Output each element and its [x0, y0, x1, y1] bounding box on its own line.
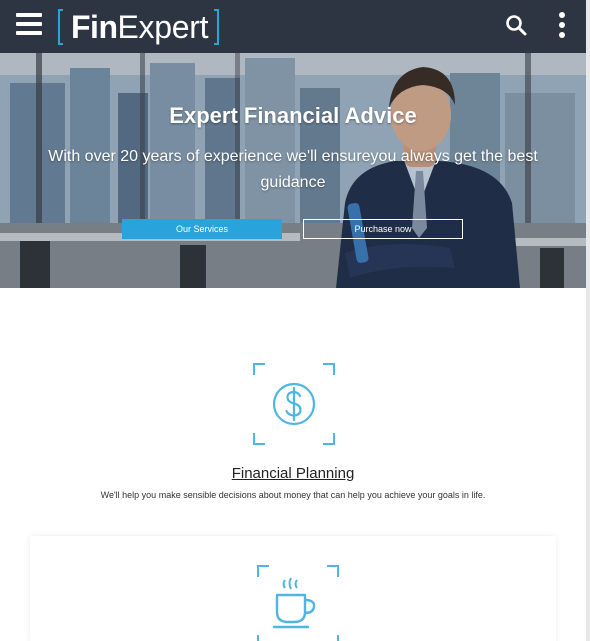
hero-subtitle: With over 20 years of experience we'll e…	[48, 148, 538, 191]
hero-banner: Expert Financial Advice With over 20 yea…	[0, 53, 586, 288]
our-services-button[interactable]: Our Services	[122, 219, 282, 239]
coffee-cup-icon	[272, 577, 316, 629]
purchase-now-button[interactable]: Purchase now	[303, 219, 463, 239]
service-financial-planning: Financial Planning We'll help you make s…	[0, 288, 586, 528]
logo[interactable]: Fin Expert	[58, 8, 220, 46]
hamburger-menu-icon[interactable]	[16, 13, 42, 35]
page: Fin Expert Expert Financial Advice With …	[0, 0, 590, 641]
service-title[interactable]: Financial Planning	[0, 465, 586, 482]
top-navbar: Fin Expert	[0, 0, 586, 53]
more-vertical-icon[interactable]	[556, 12, 568, 40]
search-icon[interactable]	[505, 14, 527, 36]
service-card	[30, 536, 556, 641]
logo-right-bracket	[214, 9, 220, 45]
logo-light-text: Expert	[117, 8, 209, 45]
service-icon-frame	[253, 363, 335, 445]
logo-bold-text: Fin	[71, 8, 118, 45]
hero-title: Expert Financial Advice	[169, 103, 417, 128]
service-description: We'll help you make sensible decisions a…	[100, 490, 486, 500]
scrollbar[interactable]	[586, 0, 590, 641]
logo-left-bracket	[58, 9, 63, 45]
service-icon-frame	[257, 565, 339, 641]
